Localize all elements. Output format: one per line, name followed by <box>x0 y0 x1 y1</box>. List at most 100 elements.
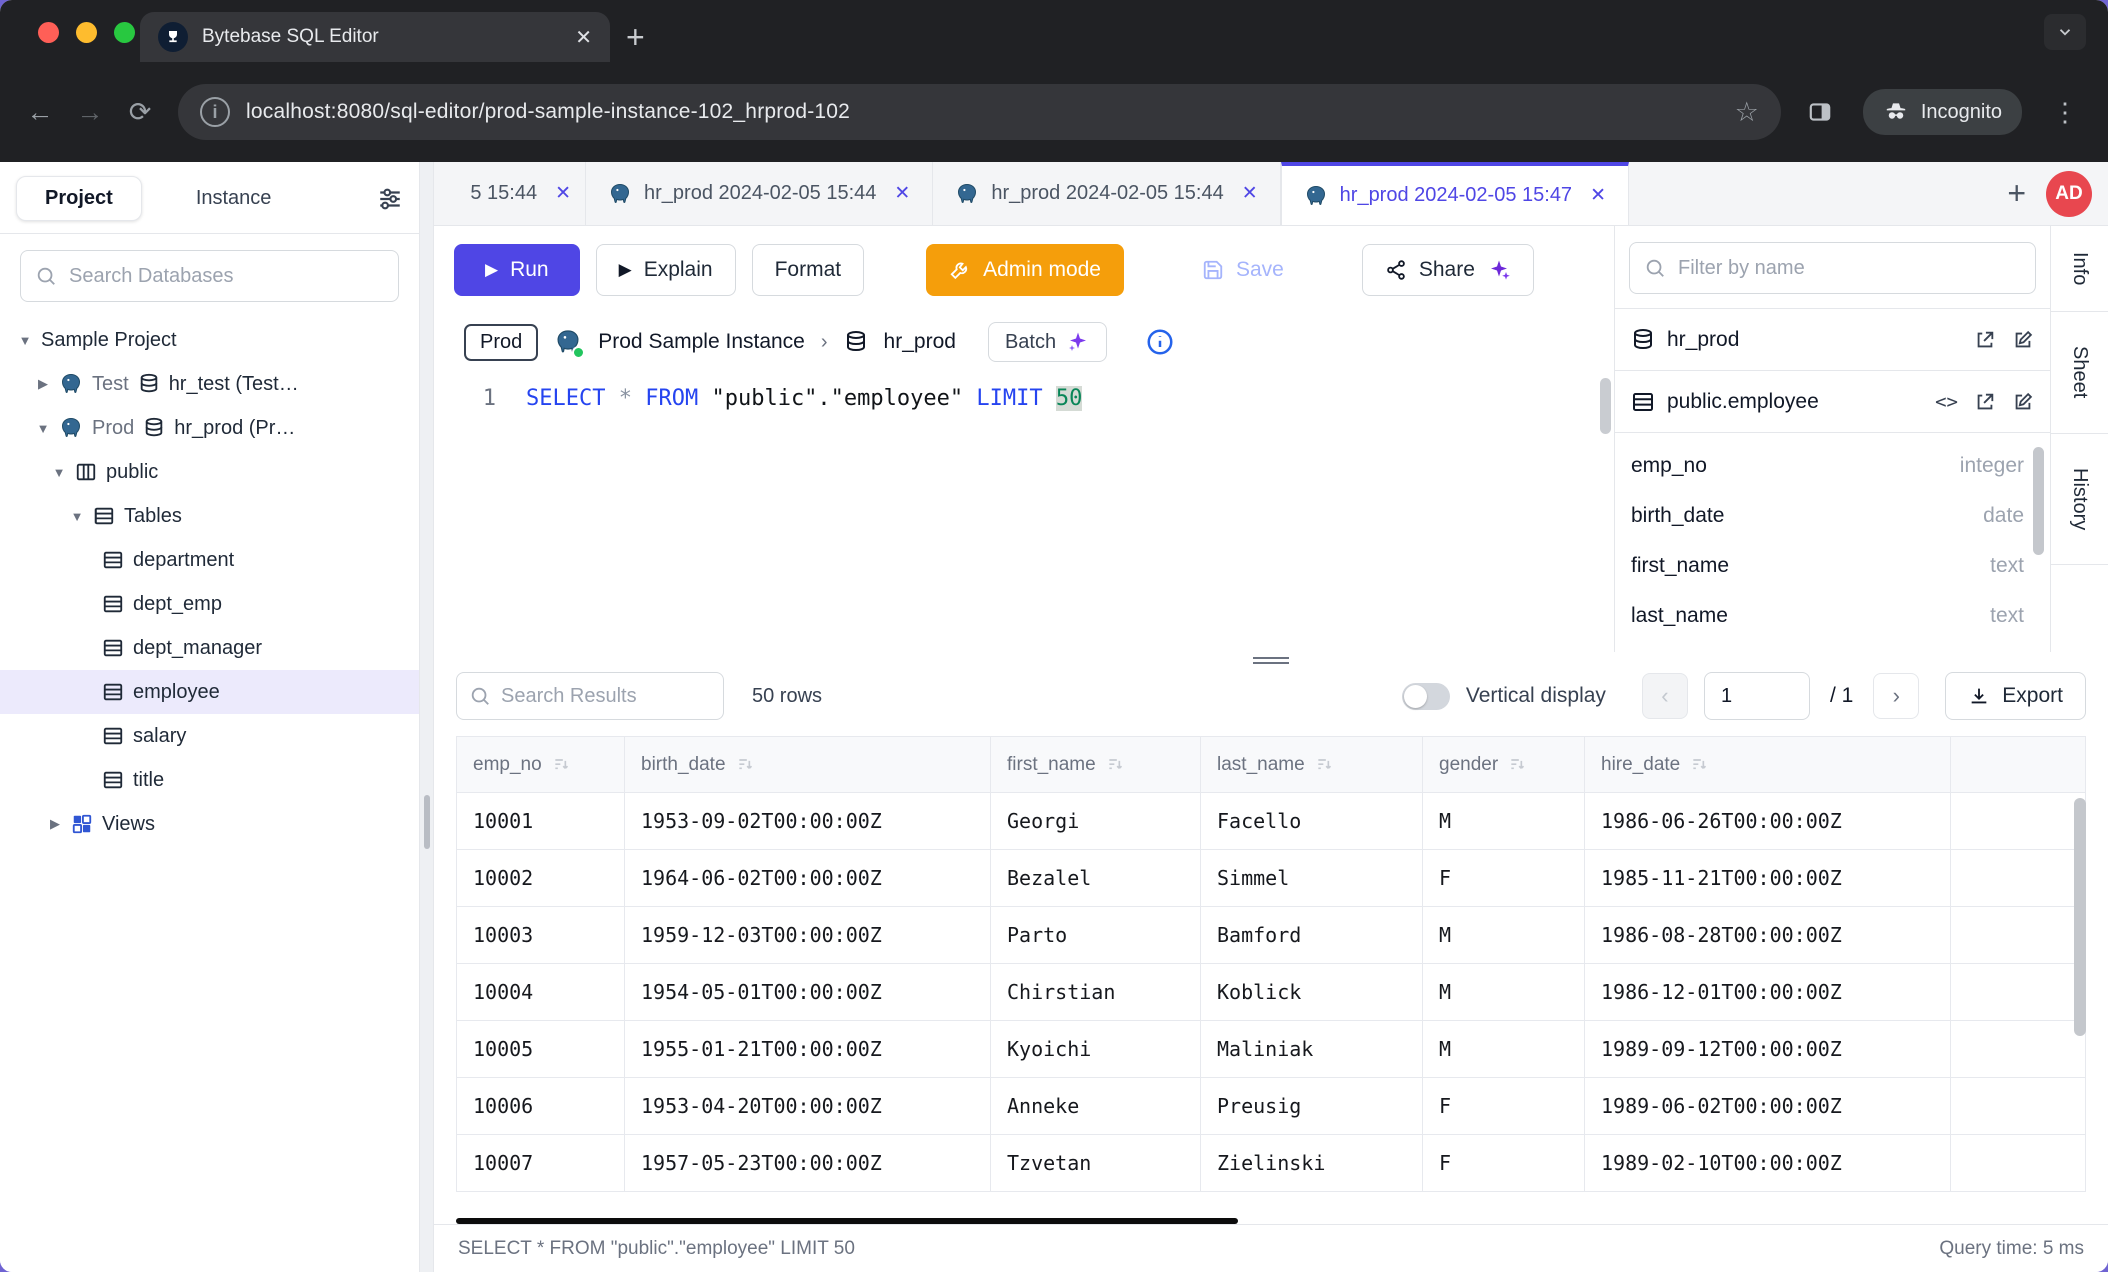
export-button[interactable]: Export <box>1945 672 2086 720</box>
browser-menu-icon[interactable]: ⋮ <box>2042 97 2090 128</box>
cell-birth-date[interactable]: 1953-09-02T00:00:00Z <box>625 793 991 850</box>
cell-last-name[interactable]: Facello <box>1201 793 1423 850</box>
close-tab-icon[interactable]: ✕ <box>1590 184 1606 207</box>
cell-emp-no[interactable]: 10002 <box>457 850 625 907</box>
tree-item-tables-group[interactable]: ▼ Tables <box>0 494 419 538</box>
cell-gender[interactable]: M <box>1423 1021 1585 1078</box>
tab-instance[interactable]: Instance <box>168 177 300 220</box>
cell-birth-date[interactable]: 1957-05-23T00:00:00Z <box>625 1135 991 1192</box>
editor-tab-0[interactable]: 5 15:44 ✕ <box>434 162 586 225</box>
sort-icon[interactable] <box>1690 755 1710 775</box>
table-row[interactable]: 10003 1959-12-03T00:00:00Z Parto Bamford… <box>457 907 2086 964</box>
database-search[interactable] <box>20 250 399 302</box>
tree-item-table[interactable]: department <box>0 538 419 582</box>
column-header-birth-date[interactable]: birth_date <box>625 737 991 793</box>
caret-right-icon[interactable]: ▶ <box>36 376 50 392</box>
sidebar-resize-gutter[interactable] <box>420 162 434 1272</box>
external-link-icon[interactable] <box>1974 329 1996 351</box>
save-button[interactable]: Save <box>1180 244 1306 296</box>
next-page-button[interactable]: › <box>1873 673 1919 719</box>
run-button[interactable]: ▶ Run <box>454 244 580 296</box>
schema-filter[interactable] <box>1629 242 2036 294</box>
column-row[interactable]: last_name text <box>1631 591 2024 641</box>
caret-down-icon[interactable]: ▼ <box>70 509 84 524</box>
cell-gender[interactable]: F <box>1423 1078 1585 1135</box>
close-tab-icon[interactable]: ✕ <box>555 182 571 205</box>
close-tab-icon[interactable]: ✕ <box>894 182 910 205</box>
cell-emp-no[interactable]: 10003 <box>457 907 625 964</box>
tree-item-table[interactable]: title <box>0 758 419 802</box>
cell-first-name[interactable]: Tzvetan <box>991 1135 1201 1192</box>
results-scrollbar[interactable] <box>2074 798 2086 1036</box>
rail-tab-history[interactable]: History <box>2051 434 2108 565</box>
editor-tab-1[interactable]: hr_prod 2024-02-05 15:44 ✕ <box>586 162 933 225</box>
panel-splitter[interactable] <box>434 652 2108 668</box>
cell-first-name[interactable]: Chirstian <box>991 964 1201 1021</box>
table-row[interactable]: 10002 1964-06-02T00:00:00Z Bezalel Simme… <box>457 850 2086 907</box>
close-window-button[interactable] <box>38 22 59 43</box>
cell-emp-no[interactable]: 10007 <box>457 1135 625 1192</box>
sort-icon[interactable] <box>1315 755 1335 775</box>
sort-icon[interactable] <box>736 755 756 775</box>
instance-name[interactable]: Prod Sample Instance <box>598 330 805 354</box>
browser-tab-close-icon[interactable]: ✕ <box>575 25 592 50</box>
caret-down-icon[interactable]: ▼ <box>36 421 50 436</box>
connection-info-icon[interactable] <box>1145 327 1175 357</box>
caret-down-icon[interactable]: ▼ <box>18 333 32 348</box>
tree-item-table[interactable]: salary <box>0 714 419 758</box>
search-results-input[interactable] <box>501 685 766 708</box>
tree-item-views-group[interactable]: ▶ Views <box>0 802 419 846</box>
cell-hire-date[interactable]: 1989-02-10T00:00:00Z <box>1585 1135 1951 1192</box>
format-button[interactable]: Format <box>752 244 865 296</box>
schema-database-row[interactable]: hr_prod <box>1615 308 2050 370</box>
sql-editor[interactable]: 1 SELECT * FROM "public"."employee" LIMI… <box>434 372 1614 652</box>
cell-emp-no[interactable]: 10006 <box>457 1078 625 1135</box>
share-button[interactable]: Share <box>1362 244 1534 296</box>
schema-scrollbar[interactable] <box>2033 447 2044 555</box>
cell-last-name[interactable]: Zielinski <box>1201 1135 1423 1192</box>
cell-first-name[interactable]: Parto <box>991 907 1201 964</box>
cell-birth-date[interactable]: 1954-05-01T00:00:00Z <box>625 964 991 1021</box>
browser-tab[interactable]: Bytebase SQL Editor ✕ <box>140 12 610 62</box>
back-button[interactable]: ← <box>18 90 62 134</box>
table-row[interactable]: 10007 1957-05-23T00:00:00Z Tzvetan Zieli… <box>457 1135 2086 1192</box>
results-search[interactable] <box>456 672 724 720</box>
rail-tab-sheet[interactable]: Sheet <box>2051 312 2108 433</box>
cell-birth-date[interactable]: 1959-12-03T00:00:00Z <box>625 907 991 964</box>
table-row[interactable]: 10004 1954-05-01T00:00:00Z Chirstian Kob… <box>457 964 2086 1021</box>
cell-first-name[interactable]: Anneke <box>991 1078 1201 1135</box>
editor-tab-2[interactable]: hr_prod 2024-02-05 15:44 ✕ <box>933 162 1280 225</box>
user-avatar[interactable]: AD <box>2046 171 2092 217</box>
schema-table-row[interactable]: public.employee <> <box>1615 370 2050 432</box>
cell-hire-date[interactable]: 1986-06-26T00:00:00Z <box>1585 793 1951 850</box>
new-tab-button[interactable]: + <box>626 19 645 56</box>
column-header-first-name[interactable]: first_name <box>991 737 1201 793</box>
cell-hire-date[interactable]: 1985-11-21T00:00:00Z <box>1585 850 1951 907</box>
zoom-window-button[interactable] <box>114 22 135 43</box>
sort-icon[interactable] <box>552 755 572 775</box>
column-row[interactable]: emp_no integer <box>1631 441 2024 491</box>
tree-item-project[interactable]: ▼ Sample Project <box>0 318 419 362</box>
column-header-hire-date[interactable]: hire_date <box>1585 737 1951 793</box>
cell-gender[interactable]: F <box>1423 1135 1585 1192</box>
external-link-icon[interactable] <box>1974 391 1996 413</box>
cell-last-name[interactable]: Simmel <box>1201 850 1423 907</box>
batch-button[interactable]: Batch <box>988 322 1107 362</box>
url-bar[interactable]: i localhost:8080/sql-editor/prod-sample-… <box>178 84 1781 140</box>
tree-settings-icon[interactable] <box>377 186 403 212</box>
table-row[interactable]: 10001 1953-09-02T00:00:00Z Georgi Facell… <box>457 793 2086 850</box>
database-name[interactable]: hr_prod <box>884 330 956 354</box>
cell-gender[interactable]: M <box>1423 907 1585 964</box>
editor-tab-3-active[interactable]: hr_prod 2024-02-05 15:47 ✕ <box>1281 162 1629 225</box>
tree-item-table[interactable]: dept_emp <box>0 582 419 626</box>
column-row[interactable]: first_name text <box>1631 541 2024 591</box>
tree-item-prod-db[interactable]: ▼ Prod hr_prod (Pr… <box>0 406 419 450</box>
cell-first-name[interactable]: Georgi <box>991 793 1201 850</box>
cell-gender[interactable]: F <box>1423 850 1585 907</box>
tree-item-table-employee-selected[interactable]: employee <box>0 670 419 714</box>
cell-emp-no[interactable]: 10001 <box>457 793 625 850</box>
view-schema-code-toggle[interactable]: <> <box>1935 391 1958 413</box>
cell-emp-no[interactable]: 10005 <box>457 1021 625 1078</box>
cell-hire-date[interactable]: 1986-12-01T00:00:00Z <box>1585 964 1951 1021</box>
cell-first-name[interactable]: Bezalel <box>991 850 1201 907</box>
